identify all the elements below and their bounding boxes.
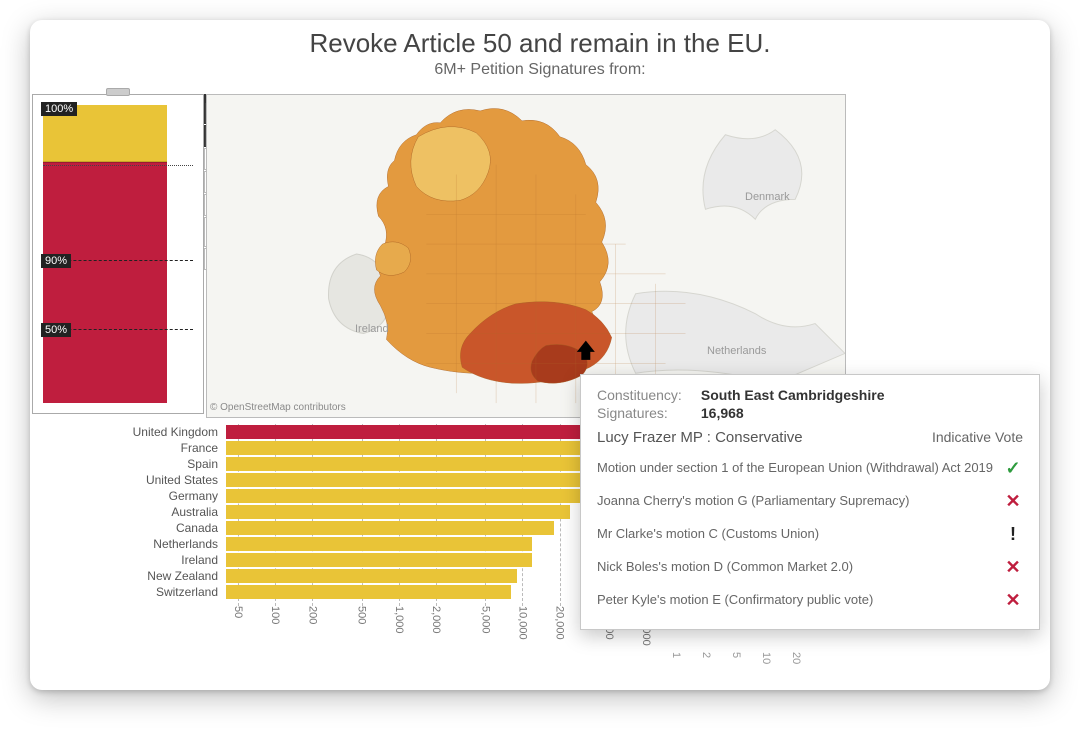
motion-text: Nick Boles's motion D (Common Market 2.0… [597, 559, 993, 576]
stacked-share-inset: ✕ 100% 90% 50% [32, 94, 204, 414]
page-subtitle: 6M+ Petition Signatures from: [30, 61, 1050, 79]
bar[interactable] [226, 521, 554, 535]
motion-text: Mr Clarke's motion C (Customs Union) [597, 526, 993, 543]
bar[interactable] [226, 505, 570, 519]
exclaim-icon: ! [1003, 524, 1023, 545]
drag-handle-icon[interactable] [106, 88, 130, 96]
bar[interactable] [226, 537, 532, 551]
ref-label-100: 100% [41, 102, 77, 116]
bar-label: Ireland [100, 552, 222, 568]
motion-row: Motion under section 1 of the European U… [597, 452, 1023, 485]
bar[interactable] [226, 585, 511, 599]
motion-row: Mr Clarke's motion C (Customs Union)! [597, 518, 1023, 551]
vote-header: Indicative Vote [932, 429, 1023, 445]
bar[interactable] [226, 489, 580, 503]
axis-tick: 2 [700, 652, 712, 664]
page-title: Revoke Article 50 and remain in the EU. [30, 20, 1050, 59]
motion-row: Nick Boles's motion D (Common Market 2.0… [597, 551, 1023, 584]
map-label-ireland: Ireland [355, 323, 389, 335]
cross-icon: ✕ [1003, 557, 1023, 578]
bar-label: United Kingdom [100, 424, 222, 440]
motion-row: Peter Kyle's motion E (Confirmatory publ… [597, 584, 1023, 617]
kv-constituency: Constituency: South East Cambridgeshire [597, 387, 1023, 403]
motion-text: Motion under section 1 of the European U… [597, 460, 993, 477]
lower-axis-peek: 1 2 5 10 20 [670, 652, 802, 664]
axis-tick: 1 [670, 652, 682, 664]
map-label-denmark: Denmark [745, 191, 790, 203]
ref-label-90: 90% [41, 254, 71, 268]
bar[interactable] [226, 553, 532, 567]
kv-signatures: Signatures: 16,968 [597, 405, 1023, 421]
bar-label: Netherlands [100, 536, 222, 552]
bar[interactable] [226, 473, 585, 487]
dashboard-frame: Revoke Article 50 and remain in the EU. … [30, 20, 1050, 690]
mp-line: Lucy Frazer MP : Conservative Indicative… [597, 429, 1023, 446]
bar-label: Spain [100, 456, 222, 472]
map-attribution: © OpenStreetMap contributors [210, 402, 346, 420]
bar-label: Switzerland [100, 584, 222, 600]
bar-label: Australia [100, 504, 222, 520]
axis-tick: 10 [760, 652, 772, 664]
motion-text: Joanna Cherry's motion G (Parliamentary … [597, 493, 993, 510]
bar[interactable] [226, 457, 594, 471]
bar-label: Canada [100, 520, 222, 536]
stack-segment-uk [43, 162, 167, 403]
check-icon: ✓ [1003, 458, 1023, 479]
bar-label: United States [100, 472, 222, 488]
ref-label-50: 50% [41, 323, 71, 337]
motion-text: Peter Kyle's motion E (Confirmatory publ… [597, 592, 993, 609]
stacked-bar-chart: 100% 90% 50% [43, 105, 193, 403]
cross-icon: ✕ [1003, 590, 1023, 611]
constituency-detail-card: Constituency: South East Cambridgeshire … [580, 374, 1040, 630]
map-label-netherlands: Netherlands [707, 345, 766, 357]
axis-tick: 5 [730, 652, 742, 664]
uk-choropleth-map[interactable]: Ireland Denmark Netherlands [206, 94, 846, 418]
motion-list: Motion under section 1 of the European U… [597, 452, 1023, 617]
bar-label: France [100, 440, 222, 456]
bar[interactable] [226, 569, 517, 583]
bar-label: New Zealand [100, 568, 222, 584]
axis-tick: 20 [790, 652, 802, 664]
motion-row: Joanna Cherry's motion G (Parliamentary … [597, 485, 1023, 518]
bar-label: Germany [100, 488, 222, 504]
bar[interactable] [226, 441, 609, 455]
cross-icon: ✕ [1003, 491, 1023, 512]
